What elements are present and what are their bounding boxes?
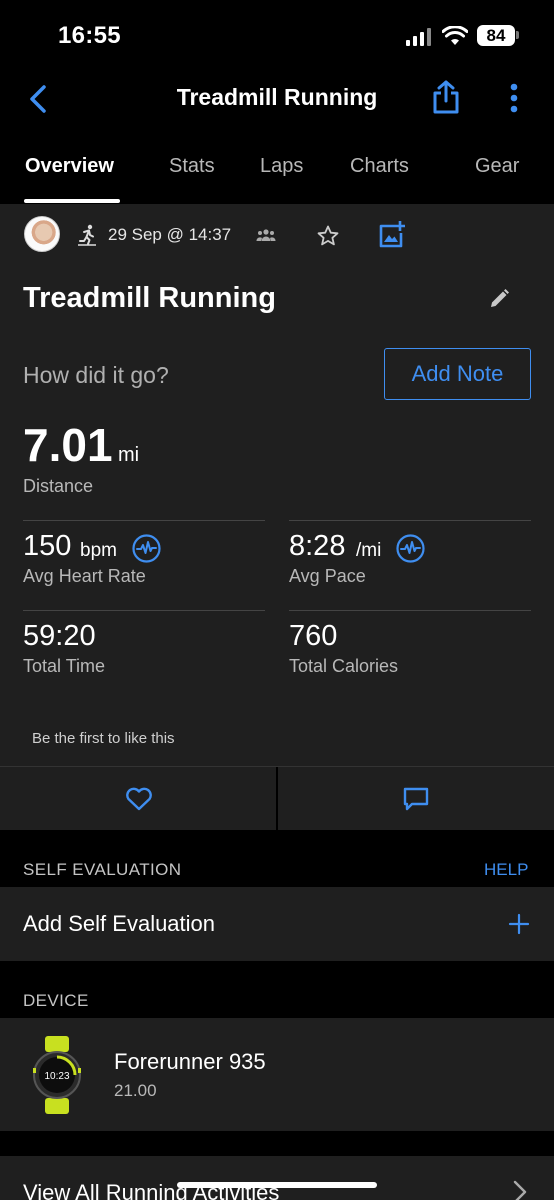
- divider: [23, 610, 265, 611]
- pace-wave-icon[interactable]: [396, 534, 425, 563]
- device-version: 21.00: [114, 1081, 157, 1100]
- share-icon[interactable]: [432, 80, 460, 114]
- heart-rate-label: Avg Heart Rate: [23, 566, 146, 586]
- self-evaluation-section-label: SELF EVALUATION: [23, 860, 182, 879]
- pace-unit: /mi: [356, 540, 382, 561]
- battery-tip: [516, 31, 519, 39]
- likes-text: Be the first to like this: [32, 730, 175, 747]
- chevron-right-icon: [513, 1180, 527, 1200]
- distance-unit: mi: [118, 444, 140, 466]
- page-title: Treadmill Running: [176, 84, 378, 110]
- heart-rate-unit: bpm: [80, 540, 117, 561]
- how-did-it-go-prompt: How did it go?: [23, 362, 169, 388]
- comment-button[interactable]: [278, 767, 554, 831]
- heart-rate-value: 150: [23, 530, 72, 562]
- home-indicator[interactable]: [177, 1182, 377, 1188]
- plus-icon: [508, 913, 530, 935]
- heart-rate-wave-icon[interactable]: [132, 534, 161, 563]
- edit-pencil-icon[interactable]: [488, 288, 510, 310]
- total-calories-value: 760: [289, 620, 338, 652]
- activity-date: 29 Sep @ 14:37: [108, 225, 232, 244]
- activity-summary-card: 29 Sep @ 14:37 Treadmill Running How did…: [0, 204, 554, 766]
- activity-title: Treadmill Running: [23, 282, 276, 314]
- divider: [23, 520, 265, 521]
- nav-header: Treadmill Running: [0, 70, 554, 130]
- device-name: Forerunner 935: [114, 1049, 266, 1074]
- add-note-button[interactable]: Add Note: [384, 348, 531, 400]
- view-all-running-activities-row[interactable]: View All Running Activities: [0, 1156, 554, 1200]
- device-section-label: DEVICE: [23, 991, 89, 1010]
- status-bar: 16:55 84: [0, 0, 554, 70]
- divider: [289, 520, 531, 521]
- watch-icon: 10:23: [33, 1036, 81, 1114]
- distance-label: Distance: [23, 476, 94, 496]
- pace-value: 8:28: [289, 530, 346, 562]
- add-photo-icon[interactable]: [379, 220, 405, 248]
- divider: [289, 610, 531, 611]
- active-tab-indicator: [24, 199, 120, 203]
- add-self-evaluation-row[interactable]: Add Self Evaluation: [0, 887, 554, 961]
- running-icon: [78, 224, 96, 246]
- total-time-label: Total Time: [23, 656, 106, 676]
- help-link[interactable]: HELP: [484, 860, 528, 880]
- star-icon[interactable]: [316, 224, 340, 248]
- total-time-value: 59:20: [23, 620, 96, 652]
- pace-label: Avg Pace: [289, 566, 366, 586]
- heart-icon: [126, 787, 152, 811]
- watch-face-time: 10:23: [44, 1071, 69, 1082]
- group-icon[interactable]: [256, 228, 276, 242]
- wifi-icon: [442, 26, 468, 45]
- social-action-row: [0, 766, 554, 831]
- battery-indicator: 84: [477, 25, 515, 46]
- tab-charts[interactable]: Charts: [350, 155, 409, 178]
- tab-overview[interactable]: Overview: [25, 155, 114, 178]
- tab-gear[interactable]: Gear: [475, 155, 519, 178]
- more-vertical-icon[interactable]: [504, 82, 524, 114]
- avatar[interactable]: [24, 216, 60, 252]
- tab-stats[interactable]: Stats: [169, 155, 215, 178]
- distance-value: 7.01: [23, 419, 113, 471]
- total-calories-label: Total Calories: [289, 656, 399, 676]
- activity-detail-screen: 16:55 84 Treadmill Running Overview Stat…: [0, 0, 554, 1200]
- tab-bar: Overview Stats Laps Charts Gear: [0, 140, 554, 204]
- cellular-signal-icon: [406, 28, 432, 46]
- tab-laps[interactable]: Laps: [260, 155, 303, 178]
- comment-icon: [403, 787, 429, 811]
- like-button[interactable]: [0, 767, 276, 831]
- add-self-evaluation-label: Add Self Evaluation: [23, 911, 216, 936]
- status-time: 16:55: [58, 22, 121, 49]
- device-row[interactable]: 10:23 Forerunner 935 21.00: [0, 1018, 554, 1131]
